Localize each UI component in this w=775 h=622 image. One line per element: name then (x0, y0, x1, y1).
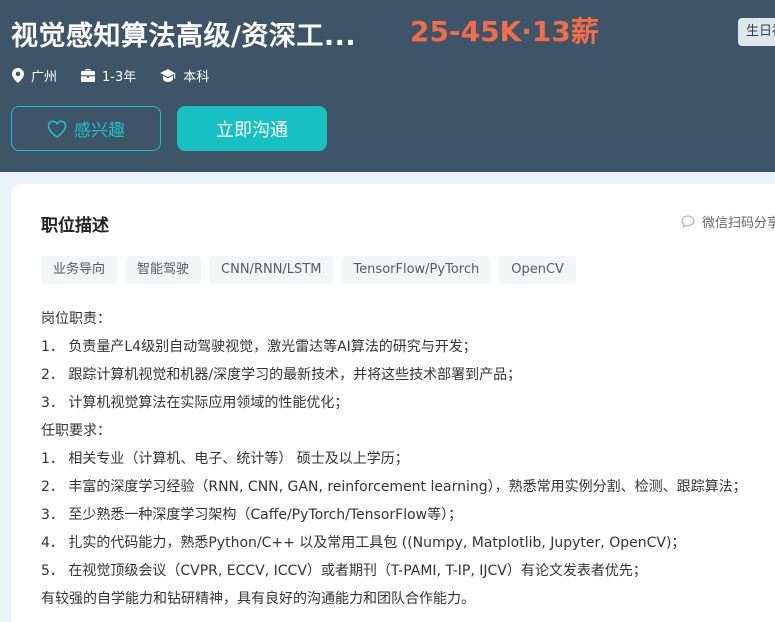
skill-tag: 业务导向 (41, 256, 118, 284)
chat-bubble-icon (681, 215, 695, 228)
description-line: 5． 在视觉顶级会议（CVPR, ECCV, ICCV）或者期刊（T-PAMI,… (41, 563, 647, 579)
skill-tag: 智能驾驶 (125, 256, 202, 284)
job-description-card: 职位描述 微信扫码分享 业务导向 智能驾驶 CNN/RNN/LSTM Tenso… (11, 184, 775, 622)
description-line: 1． 相关专业（计算机、电子、统计等） 硕士及以上学历； (41, 451, 409, 467)
meta-location: 广州 (12, 66, 57, 85)
job-header: 视觉感知算法高级/资深工... 25-45K·13薪 生日福 广州 1-3年 本… (0, 0, 775, 172)
job-meta: 广州 1-3年 本科 (12, 66, 233, 85)
heart-icon (47, 120, 67, 138)
description-line: 3． 计算机视觉算法在实际应用领域的性能优化； (41, 395, 349, 411)
description-line: 4． 扎实的代码能力，熟悉Python/C++ 以及常用工具包 ((Numpy,… (41, 535, 686, 551)
section-title: 职位描述 (41, 216, 109, 236)
skill-tag: TensorFlow/PyTorch (341, 256, 492, 284)
job-title: 视觉感知算法高级/资深工... (11, 21, 357, 52)
skill-tags: 业务导向 智能驾驶 CNN/RNN/LSTM TensorFlow/PyTorc… (41, 256, 584, 284)
meta-education: 本科 (160, 66, 209, 85)
meta-experience: 1-3年 (81, 66, 136, 85)
briefcase-icon (81, 69, 96, 82)
benefit-badge: 生日福 (738, 18, 775, 46)
description-line: 3． 至少熟悉一种深度学习架构（Caffe/PyTorch/TensorFlow… (41, 507, 463, 523)
experience-text: 1-3年 (102, 70, 137, 85)
description-heading-duties: 岗位职责： (41, 311, 111, 327)
location-text: 广州 (31, 70, 58, 85)
share-label: 微信扫码分享 (702, 216, 775, 231)
interest-button-label: 感兴趣 (74, 121, 125, 141)
skill-tag: OpenCV (499, 256, 576, 284)
description-line: 2． 丰富的深度学习经验（RNN, CNN, GAN, reinforcemen… (41, 479, 747, 495)
description-heading-requirements: 任职要求： (41, 423, 111, 439)
location-icon (12, 68, 24, 83)
job-description-text: 岗位职责： 1． 负责量产L4级别自动驾驶视觉，激光雷达等AI算法的研究与开发；… (41, 305, 775, 613)
interest-button[interactable]: 感兴趣 (11, 106, 161, 151)
salary: 25-45K·13薪 (410, 15, 599, 48)
chat-now-button[interactable]: 立即沟通 (177, 106, 327, 151)
skill-tag: CNN/RNN/LSTM (209, 256, 334, 284)
description-line: 有较强的自学能力和钻研精神，具有良好的沟通能力和团队合作能力。 (41, 591, 475, 607)
graduation-cap-icon (160, 69, 176, 82)
description-line: 1． 负责量产L4级别自动驾驶视觉，激光雷达等AI算法的研究与开发； (41, 339, 477, 355)
wechat-share-button[interactable]: 微信扫码分享 (681, 212, 775, 231)
description-line: 2． 跟踪计算机视觉和机器/深度学习的最新技术，并将这些技术部署到产品； (41, 367, 522, 383)
education-text: 本科 (183, 70, 210, 85)
